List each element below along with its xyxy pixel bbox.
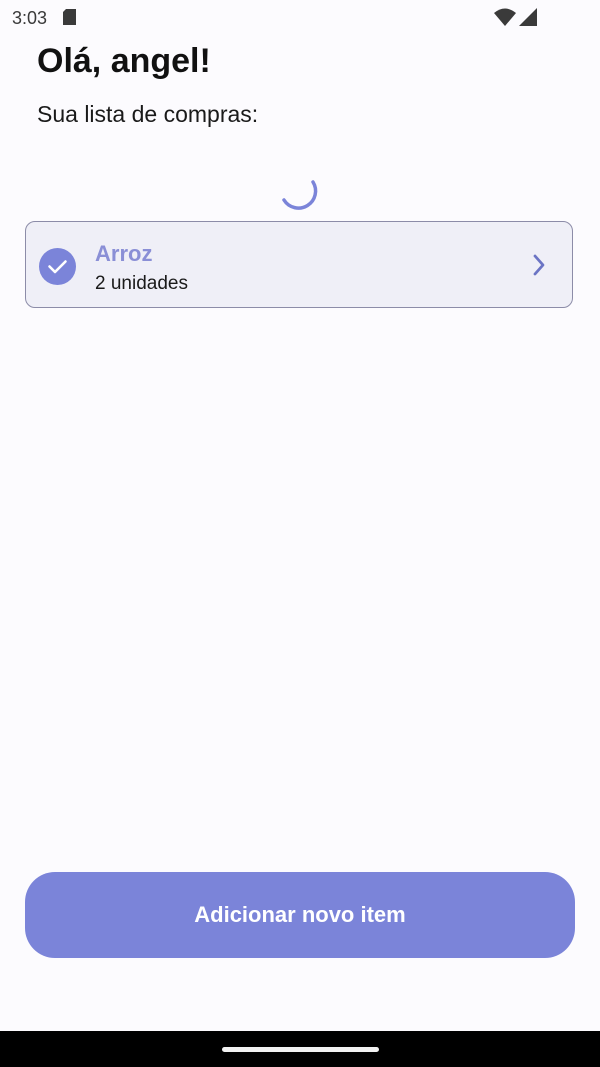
loading-spinner-icon <box>280 178 322 218</box>
check-circle-icon[interactable] <box>39 248 76 285</box>
list-subtitle: Sua lista de compras: <box>37 101 259 127</box>
navigation-bar <box>0 1031 600 1067</box>
greeting-title: Olá, angel! <box>37 42 211 80</box>
item-name: Arroz <box>95 241 153 266</box>
status-bar: 3:03 <box>0 0 600 34</box>
cell-signal-icon <box>519 8 537 26</box>
chevron-right-icon[interactable] <box>531 253 547 277</box>
sim-card-icon <box>63 9 76 25</box>
home-indicator[interactable] <box>222 1047 379 1052</box>
status-time: 3:03 <box>12 8 48 28</box>
wifi-icon <box>494 8 516 26</box>
add-item-button[interactable]: Adicionar novo item <box>25 872 575 958</box>
item-quantity: 2 unidades <box>95 273 188 294</box>
list-item[interactable]: Arroz 2 unidades <box>25 221 573 308</box>
